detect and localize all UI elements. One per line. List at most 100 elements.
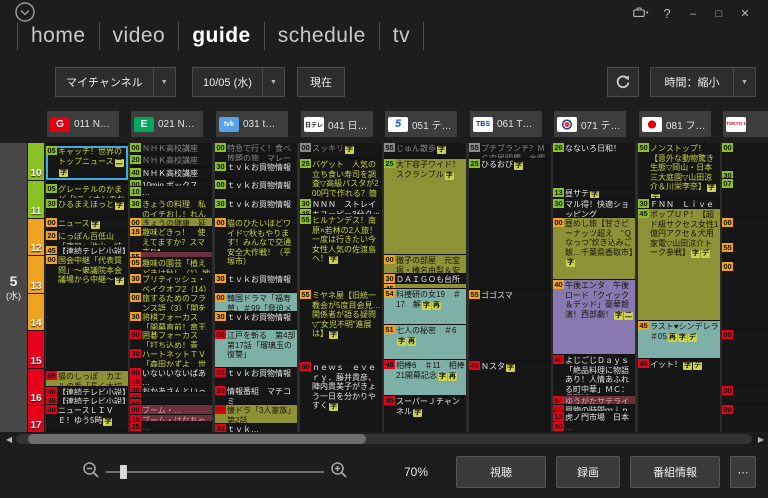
- program-cell[interactable]: 00 昼めし旅【甘さピーナッツ超え “Ｑなっつ”炊き込みご飯…千葉県香取市】字: [553, 218, 635, 279]
- record-button[interactable]: 録画: [556, 456, 620, 488]
- program-cell[interactable]: 54 科捜研の女19 ＃17 解字再: [384, 289, 466, 324]
- program-cell[interactable]: 20にっぽん百低山「夜叉ヶ池山・岐阜」: [46, 231, 128, 245]
- more-button[interactable]: ⋯: [730, 456, 756, 488]
- program-cell[interactable]: 40 午後エンタ 午後ロード「クイック＆デッド」豪華競演！西部劇！字二: [553, 280, 635, 354]
- program-cell[interactable]: 15ブーム・はなちゃん: [130, 415, 212, 421]
- program-cell[interactable]: 00: [722, 218, 768, 242]
- hour-cell[interactable]: 11: [28, 181, 44, 218]
- program-cell[interactable]: 30ＮＮＮ ストレイトニュース: [300, 199, 382, 208]
- program-cell[interactable]: 30 マル得！快適ショッピング: [553, 199, 635, 217]
- program-cell[interactable]: 45 スーパーＪチャンネル字: [384, 396, 466, 432]
- program-cell[interactable]: 55 ミヤネ屋【旧統一教会が5度目会見…関係者が語る疑問▽“女児不明”進展は】字: [300, 290, 382, 361]
- program-cell[interactable]: 25…: [130, 422, 212, 431]
- program-cell[interactable]: 00 ニュースＬＩＶＥ！ゆう5時字: [46, 405, 128, 431]
- nav-item-schedule[interactable]: schedule: [278, 24, 366, 48]
- scroll-right-arrow-icon[interactable]: ▶: [758, 435, 764, 444]
- program-cell[interactable]: 00 スッキリ字: [300, 143, 382, 158]
- nav-item-guide[interactable]: guide: [192, 24, 251, 48]
- program-cell[interactable]: 00: [722, 405, 768, 432]
- program-cell[interactable]: 48 相棒6 ＃11 相棒21開幕記念字再: [384, 360, 466, 395]
- help-button[interactable]: ?: [654, 6, 680, 21]
- program-cell[interactable]: 45【連続テレビ小説】舞: [46, 246, 128, 254]
- program-cell[interactable]: 00買物の時間ｍｉｎｉ字: [553, 405, 635, 411]
- program-cell[interactable]: 55プチブランチ？ＭＣ中尾明慶、水曜日は…ブ: [469, 143, 551, 158]
- program-cell[interactable]: 50 ｎｅｗｓ ｅｖｅｒｙ．藤井貴彦、陣内貴美子がきょう一日を分かりやすく字: [300, 362, 382, 432]
- refresh-button[interactable]: [607, 67, 639, 97]
- program-cell[interactable]: 30 ｔｖｋ…: [215, 424, 297, 432]
- program-cell[interactable]: 40ＮＨＫ高校講座 世界: [130, 168, 212, 179]
- program-cell[interactable]: 00囲碁フォーカス「打ち込め！青春！囲碁の甲: [130, 330, 212, 348]
- program-cell[interactable]: 45 イット！字デ: [638, 359, 720, 432]
- channel-header[interactable]: tvk 031 t…: [216, 111, 288, 137]
- hour-cell[interactable]: 14: [28, 294, 44, 330]
- program-cell[interactable]: 45 ラスト♥シンデレラ ＃05 再字デ: [638, 321, 720, 358]
- program-cell[interactable]: 30: [722, 386, 768, 404]
- program-cell[interactable]: 30ハートネットＴＶ「森田かずよ 世界に一つ: [130, 349, 212, 367]
- program-cell[interactable]: 51 七人の秘密 ＃6字再: [384, 325, 466, 359]
- channel-header[interactable]: TOKYO 1: [723, 111, 768, 137]
- program-cell[interactable]: 55 ゴゴスマ: [469, 290, 551, 360]
- scrollbar-track[interactable]: [16, 434, 752, 444]
- program-cell[interactable]: 54ゆうがたサテライト: [553, 396, 635, 404]
- zoom-slider[interactable]: [106, 464, 324, 480]
- program-cell[interactable]: 30きょうの料理 私のイチおし！れんこんレシ: [130, 199, 212, 217]
- program-cell[interactable]: 00韓国ドラマ「福寿草」＃99「脅迫メール」: [215, 293, 297, 311]
- program-cell[interactable]: 30ＤＡＩＧＯも台所 ー: [384, 274, 466, 283]
- program-cell[interactable]: 00 国会中継「代表質問」～衆議院本会議場から中継～字: [46, 255, 128, 370]
- program-cell[interactable]: 05猫のしっぽ カエルの手「長く大切に」字: [46, 371, 128, 386]
- program-cell[interactable]: 00特急で行く！食べ放題の旅 マレーシア編: [215, 143, 297, 161]
- program-cell[interactable]: 30 ｔｖｋお買物情報: [215, 274, 297, 292]
- program-cell[interactable]: 00 10min.ボックス: [130, 180, 212, 186]
- now-button[interactable]: 現在: [297, 67, 345, 97]
- program-cell[interactable]: 30 ｔｖｋお買物情報: [215, 199, 297, 217]
- scroll-left-arrow-icon[interactable]: ◀: [6, 435, 12, 444]
- time-scale-dropdown[interactable]: 時間：縮小 ▼: [650, 67, 756, 97]
- zoom-slider-thumb[interactable]: [120, 465, 127, 479]
- channel-header[interactable]: 5 051 テ…: [385, 111, 457, 137]
- hour-cell[interactable]: 15: [28, 331, 44, 368]
- channel-header[interactable]: G 011 N…: [47, 111, 119, 137]
- program-cell[interactable]: 07: [722, 179, 768, 217]
- program-cell[interactable]: 30 ｔｖｋお買物情報: [215, 162, 297, 179]
- program-cell[interactable]: 30…: [553, 422, 635, 432]
- scrollbar-thumb[interactable]: [28, 434, 366, 444]
- channel-filter-dropdown[interactable]: マイチャンネル ▼: [55, 67, 176, 97]
- program-cell[interactable]: 45【連続テレビ小説】び: [46, 396, 128, 404]
- program-cell[interactable]: 10…: [130, 187, 212, 198]
- hour-cell[interactable]: 16: [28, 369, 44, 405]
- zoom-out-icon[interactable]: [82, 461, 100, 484]
- program-cell[interactable]: 50 ノンストップ！【意外な動物驚き生態▽岡山・日本三大庭園▽山田涼介＆川栄李奈】…: [638, 143, 720, 198]
- nav-item-home[interactable]: home: [31, 24, 86, 48]
- program-cell[interactable]: 40よじごじＤａｙｓ「絶品料理に物語あり！人情あふれる町中華」ＭＣ：長野博: [553, 355, 635, 395]
- program-cell[interactable]: 00ＮＨＫ高校講座 歴史: [130, 143, 212, 154]
- program-cell[interactable]: 00: [722, 262, 768, 329]
- program-cell[interactable]: 30ブリティッシュ・ベイクオフ2（14）「パ: [130, 274, 212, 292]
- program-cell[interactable]: 30 ｔｖｋお買物情報: [215, 312, 297, 329]
- program-cell[interactable]: 50…: [130, 399, 212, 404]
- program-cell[interactable]: 05趣味の園芸「植えどきは秋！（1）地中海生: [130, 258, 212, 273]
- program-cell[interactable]: 00 猫のひたいほどワイド▽秋もやります！みんなで交通安全大作戦！（平塚市）: [215, 218, 297, 273]
- program-cell[interactable]: 00 江戸を斬る 第4部 第17話「瑠璃玉の復讐」: [215, 330, 297, 367]
- program-cell[interactable]: 25 大下容子ワイド！スクランブル字: [384, 159, 466, 254]
- hour-cell[interactable]: 17: [28, 406, 44, 432]
- watch-button[interactable]: 視聴: [456, 456, 546, 488]
- program-cell[interactable]: 55: [722, 243, 768, 261]
- zoom-in-icon[interactable]: [330, 461, 348, 484]
- channel-header[interactable]: 日テレ 041 日…: [301, 111, 373, 137]
- program-cell[interactable]: 15…: [130, 377, 212, 385]
- program-cell[interactable]: 49 Ｎスタ字: [469, 361, 551, 432]
- program-cell[interactable]: 00 ニュース字: [46, 218, 128, 230]
- nav-item-video[interactable]: video: [113, 24, 166, 48]
- program-cell[interactable]: 30ＦＮＮ Ｌｉｖｅ Ｎ: [638, 199, 720, 208]
- program-cell[interactable]: 26 なないろ日和！: [553, 143, 635, 187]
- program-cell[interactable]: 20ＮＨＫ高校講座 日本: [130, 155, 212, 166]
- hour-cell[interactable]: 13: [28, 256, 44, 293]
- channel-header[interactable]: 071 テ…: [554, 111, 626, 137]
- program-cell[interactable]: 00: [722, 143, 768, 170]
- program-cell[interactable]: 00徹子の部屋 元宝塚・榛名由梨＆安奈淳字: [384, 255, 466, 273]
- program-cell[interactable]: 00 ｔｖｋお買物情報: [215, 368, 297, 385]
- program-cell[interactable]: 00 ｔｖｋお買物情報: [215, 180, 297, 198]
- program-cell[interactable]: 55 ヒルナンデス！南原×若林の2人旅！一度は行きたい今女性人気の佐渡島へ！字: [300, 215, 382, 289]
- program-cell[interactable]: 00: [722, 330, 768, 385]
- program-cell[interactable]: 30 情報番組 マチコミ: [215, 386, 297, 404]
